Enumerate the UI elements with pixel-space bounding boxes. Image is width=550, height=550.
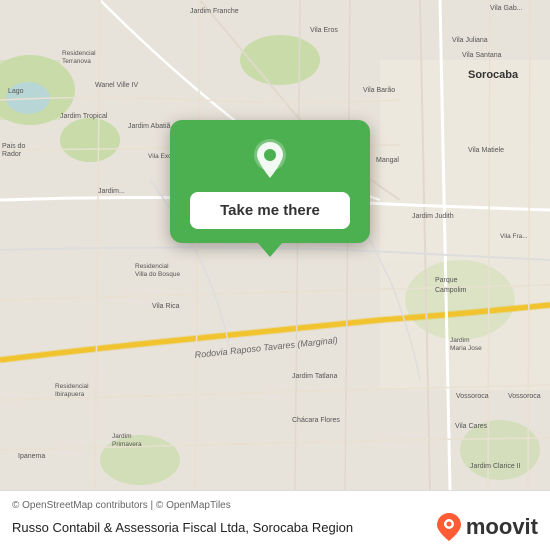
svg-text:Terranova: Terranova [62,58,91,65]
svg-text:Vila Cares: Vila Cares [455,423,488,430]
svg-text:Vila Rica: Vila Rica [152,303,180,310]
svg-text:Vila Matiele: Vila Matiele [468,147,504,154]
svg-text:Ipanema: Ipanema [18,453,45,460]
svg-text:Jardim: Jardim [112,433,132,440]
take-me-there-button[interactable]: Take me there [190,192,350,229]
svg-text:Primavera: Primavera [112,441,142,448]
svg-text:Rador: Rador [2,151,22,158]
location-pin-icon [248,138,292,182]
svg-text:Campolim: Campolim [435,287,467,294]
svg-text:Villa do Bosque: Villa do Bosque [135,271,180,278]
svg-text:Jardim Clarice II: Jardim Clarice II [470,463,521,470]
svg-text:Vossoroca: Vossoroca [508,393,541,400]
svg-text:Residencial: Residencial [135,263,169,270]
svg-text:Residencial: Residencial [62,50,96,57]
svg-text:Jardim Franche: Jardim Franche [190,8,239,15]
bottom-bar: © OpenStreetMap contributors | © OpenMap… [0,490,550,550]
svg-text:Vila Santana: Vila Santana [462,52,502,59]
svg-text:Chácara Flores: Chácara Flores [292,417,340,424]
svg-text:Vila Juliana: Vila Juliana [452,37,488,44]
svg-text:Vossoroca: Vossoroca [456,393,489,400]
popup-card: Take me there [170,120,370,243]
moovit-logo: moovit [437,513,538,541]
svg-text:Maria Jose: Maria Jose [450,345,482,352]
svg-text:Vila Fra...: Vila Fra... [500,233,528,240]
moovit-text: moovit [466,514,538,540]
svg-text:Ibirapuera: Ibirapuera [55,391,85,398]
svg-text:Vila Gab...: Vila Gab... [490,5,523,12]
svg-text:Residencial: Residencial [55,383,89,390]
svg-text:Lago: Lago [8,88,24,95]
location-name: Russo Contabil & Assessoria Fiscal Ltda,… [12,520,437,535]
svg-text:Vila Eros: Vila Eros [310,27,338,34]
map-attribution: © OpenStreetMap contributors | © OpenMap… [12,500,538,511]
svg-text:Mangal: Mangal [376,157,399,164]
svg-text:Jardim Tatlana: Jardim Tatlana [292,373,338,380]
svg-text:Jardim...: Jardim... [98,188,125,195]
moovit-pin-icon [437,513,461,541]
svg-text:Jardim Abatiã: Jardim Abatiã [128,123,171,130]
svg-text:Jardim Judith: Jardim Judith [412,213,454,220]
svg-text:Jardim: Jardim [450,337,470,344]
svg-text:Wanel Ville IV: Wanel Ville IV [95,82,139,89]
svg-text:Sorocaba: Sorocaba [468,69,519,81]
svg-text:Pais do: Pais do [2,143,25,150]
svg-text:Jardim Tropical: Jardim Tropical [60,113,108,120]
svg-text:Vila Barão: Vila Barão [363,87,395,94]
map-container: Rodovia Raposo Tavares (Marginal) Soroca… [0,0,550,490]
svg-text:Parque: Parque [435,277,458,284]
